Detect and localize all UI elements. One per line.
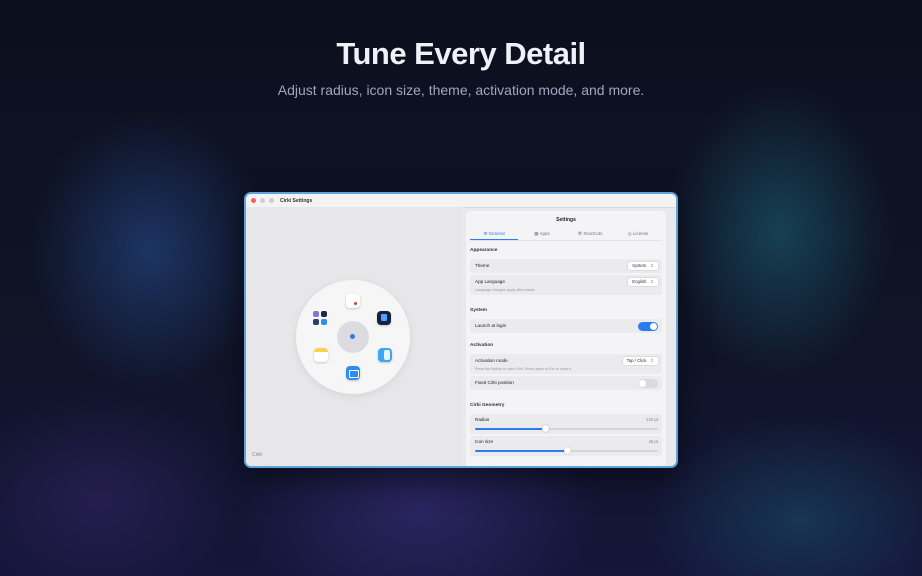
radius-row: Radius 140 pt bbox=[470, 414, 662, 434]
hero-subtitle: Adjust radius, icon size, theme, activat… bbox=[277, 82, 645, 98]
language-label: App Language bbox=[475, 279, 505, 284]
icon-size-slider[interactable] bbox=[475, 447, 658, 454]
activation-header: Activation bbox=[470, 343, 494, 348]
window-title: Cirki Settings bbox=[280, 197, 313, 204]
activation-mode-select[interactable]: Tap / Click ⇕ bbox=[622, 357, 658, 365]
radius-value: 140 pt bbox=[646, 417, 658, 422]
icon-size-value: 46 pt bbox=[648, 439, 658, 444]
tab-general[interactable]: ⚙ General bbox=[470, 229, 518, 240]
appearance-header: Appearance bbox=[470, 248, 498, 253]
app-folder-icon bbox=[313, 311, 329, 327]
launch-at-login-toggle[interactable] bbox=[638, 322, 658, 331]
theme-row: Theme System ⇕ bbox=[470, 259, 662, 273]
activation-hint: Press the hotkey to open Cirki. Press ag… bbox=[475, 367, 573, 371]
icon-size-slider-knob[interactable] bbox=[563, 447, 571, 454]
wheel-hub bbox=[337, 321, 369, 353]
language-row: App Language English ⇕ Language changes a… bbox=[470, 275, 662, 295]
toggle-knob bbox=[639, 380, 646, 387]
chevron-updown-icon: ⇕ bbox=[650, 279, 654, 284]
toggle-knob bbox=[650, 323, 657, 330]
activation-mode-row: Activation mode Tap / Click ⇕ Press the h… bbox=[470, 354, 662, 374]
xcode-app-icon bbox=[377, 311, 391, 325]
fixed-position-label: Fixed Cirki position bbox=[475, 380, 514, 385]
chevron-updown-icon: ⇕ bbox=[650, 358, 654, 363]
mail-app-icon bbox=[346, 366, 360, 380]
language-select[interactable]: English ⇕ bbox=[628, 278, 658, 286]
tab-license[interactable]: ◎ License bbox=[614, 229, 662, 240]
radius-slider-knob[interactable] bbox=[541, 425, 549, 432]
fixed-position-toggle[interactable] bbox=[638, 379, 658, 388]
launch-label: Launch at login bbox=[475, 323, 507, 328]
tab-apps[interactable]: ▦ Apps bbox=[518, 229, 566, 240]
folder-mini-icon bbox=[313, 319, 319, 325]
zoom-button[interactable] bbox=[269, 198, 274, 203]
cirki-wheel-preview bbox=[296, 280, 410, 394]
folder-mini-icon bbox=[321, 319, 327, 325]
icon-size-slider-fill bbox=[475, 450, 567, 452]
launch-row: Launch at login bbox=[470, 319, 662, 333]
folder-mini-icon bbox=[313, 311, 319, 317]
folder-mini-icon bbox=[321, 311, 327, 317]
settings-title: Settings bbox=[556, 217, 576, 223]
close-button[interactable] bbox=[251, 198, 256, 203]
icon-size-row: Icon size 46 pt bbox=[470, 436, 662, 456]
theme-label: Theme bbox=[475, 263, 490, 268]
radius-slider[interactable] bbox=[475, 425, 658, 432]
radius-label: Radius bbox=[475, 417, 490, 422]
preview-label: Cirki bbox=[252, 452, 262, 458]
activation-mode-label: Activation mode bbox=[475, 358, 508, 363]
chevron-updown-icon: ⇕ bbox=[650, 263, 654, 268]
hero-title: Tune Every Detail bbox=[336, 36, 586, 71]
system-header: System bbox=[470, 308, 488, 313]
notes-app-icon bbox=[314, 348, 328, 362]
geometry-header: Cirki Geometry bbox=[470, 403, 505, 408]
theme-select[interactable]: System ⇕ bbox=[628, 262, 658, 270]
title-bar: Cirki Settings bbox=[246, 194, 676, 208]
fixed-position-row: Fixed Cirki position bbox=[470, 376, 662, 390]
settings-pane: Settings ⚙ General ▦ Apps ⌘ Shortcuts ◎ … bbox=[466, 211, 666, 466]
icon-size-label: Icon size bbox=[475, 439, 494, 444]
preview-pane: Cirki bbox=[246, 207, 462, 466]
finder-app-icon bbox=[378, 348, 392, 362]
hub-dot bbox=[350, 334, 355, 339]
language-hint: Language changes apply after restart. bbox=[475, 288, 536, 292]
tab-shortcuts[interactable]: ⌘ Shortcuts bbox=[566, 229, 614, 240]
calendar-app-icon bbox=[346, 294, 360, 308]
settings-window: Cirki Settings Cirki Settings ⚙ General … bbox=[244, 192, 678, 468]
minimize-button[interactable] bbox=[260, 198, 265, 203]
settings-tabs: ⚙ General ▦ Apps ⌘ Shortcuts ◎ License bbox=[470, 229, 662, 241]
radius-slider-fill bbox=[475, 428, 545, 430]
